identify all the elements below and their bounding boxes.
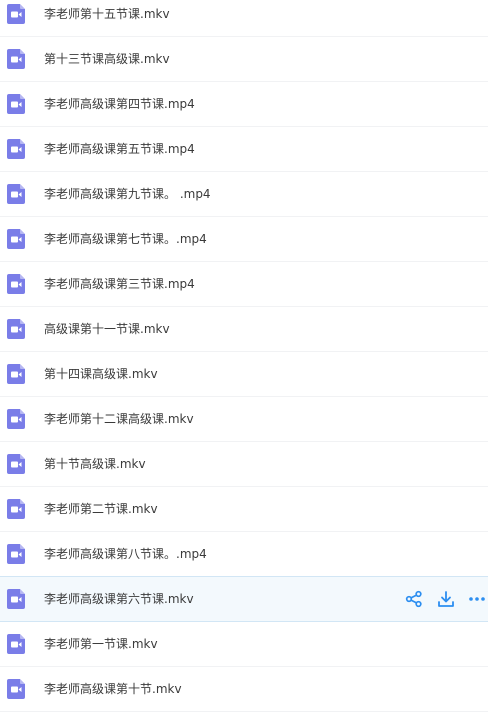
- share-button[interactable]: [404, 589, 424, 609]
- video-file-icon: [6, 228, 28, 250]
- file-name[interactable]: 李老师高级课第六节课.mkv: [44, 577, 194, 621]
- file-row[interactable]: 李老师高级课第三节课.mp4: [0, 262, 488, 307]
- file-row[interactable]: 李老师高级课第九节课。 .mp4: [0, 172, 488, 217]
- file-name[interactable]: 李老师高级课第四节课.mp4: [44, 82, 195, 126]
- video-file-icon: [6, 633, 28, 655]
- video-file-icon: [6, 678, 28, 700]
- more-button[interactable]: [467, 589, 487, 609]
- file-name[interactable]: 李老师第十二课高级课.mkv: [44, 397, 194, 441]
- video-file-icon: [6, 273, 28, 295]
- video-file-icon: [6, 453, 28, 475]
- video-file-icon: [6, 3, 28, 25]
- file-row[interactable]: 高级课第十一节课.mkv: [0, 307, 488, 352]
- file-row[interactable]: 李老师第十二课高级课.mkv: [0, 397, 488, 442]
- video-file-icon: [6, 138, 28, 160]
- file-name[interactable]: 李老师高级课第九节课。 .mp4: [44, 172, 211, 216]
- download-button[interactable]: [436, 589, 456, 609]
- file-row[interactable]: 李老师第一节课.mkv: [0, 622, 488, 667]
- file-name[interactable]: 李老师高级课第三节课.mp4: [44, 262, 195, 306]
- file-name[interactable]: 李老师第十五节课.mkv: [44, 0, 170, 36]
- video-file-icon: [6, 543, 28, 565]
- video-file-icon: [6, 588, 28, 610]
- share-icon: [405, 590, 423, 608]
- file-name[interactable]: 李老师第二节课.mkv: [44, 487, 158, 531]
- file-name[interactable]: 李老师第一节课.mkv: [44, 622, 158, 666]
- file-name[interactable]: 李老师高级课第五节课.mp4: [44, 127, 195, 171]
- more-icon: [468, 590, 486, 608]
- video-file-icon: [6, 183, 28, 205]
- file-name[interactable]: 李老师高级课第七节课。.mp4: [44, 217, 207, 261]
- file-name[interactable]: 第十四课高级课.mkv: [44, 352, 158, 396]
- video-file-icon: [6, 318, 28, 340]
- file-row[interactable]: 第十节高级课.mkv: [0, 442, 488, 487]
- video-file-icon: [6, 498, 28, 520]
- file-name[interactable]: 第十节高级课.mkv: [44, 442, 146, 486]
- file-list: 李老师第十五节课.mkv 第十三节课高级课.mkv 李老师高级课第四节课.mp4 李老…: [0, 0, 488, 712]
- file-row[interactable]: 李老师高级课第六节课.mkv: [0, 576, 488, 622]
- file-name[interactable]: 高级课第十一节课.mkv: [44, 307, 170, 351]
- file-row[interactable]: 李老师第二节课.mkv: [0, 487, 488, 532]
- video-file-icon: [6, 363, 28, 385]
- file-row[interactable]: 李老师高级课第八节课。.mp4: [0, 532, 488, 577]
- download-icon: [437, 590, 455, 608]
- file-name[interactable]: 李老师高级课第十节.mkv: [44, 667, 182, 711]
- file-name[interactable]: 李老师高级课第八节课。.mp4: [44, 532, 207, 576]
- file-row[interactable]: 李老师高级课第七节课。.mp4: [0, 217, 488, 262]
- video-file-icon: [6, 408, 28, 430]
- file-row[interactable]: 第十三节课高级课.mkv: [0, 37, 488, 82]
- file-name[interactable]: 第十三节课高级课.mkv: [44, 37, 170, 81]
- video-file-icon: [6, 48, 28, 70]
- video-file-icon: [6, 93, 28, 115]
- file-row[interactable]: 李老师高级课第十节.mkv: [0, 667, 488, 712]
- file-row[interactable]: 李老师第十五节课.mkv: [0, 0, 488, 37]
- file-row[interactable]: 第十四课高级课.mkv: [0, 352, 488, 397]
- file-row[interactable]: 李老师高级课第四节课.mp4: [0, 82, 488, 127]
- file-row[interactable]: 李老师高级课第五节课.mp4: [0, 127, 488, 172]
